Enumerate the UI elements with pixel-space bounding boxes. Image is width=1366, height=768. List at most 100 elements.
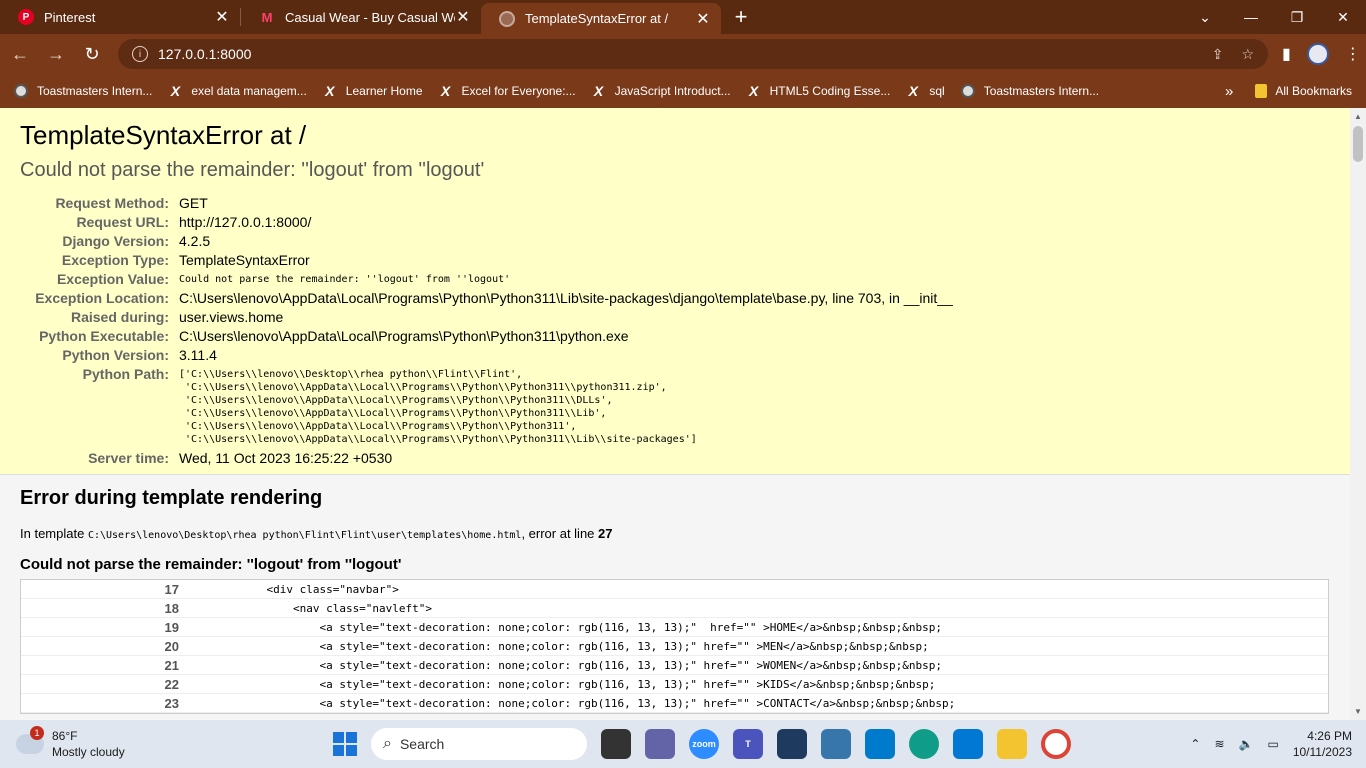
meta-row: Python Executable: C:\Users\lenovo\AppDat… (20, 327, 1330, 346)
task-view-icon[interactable] (601, 729, 631, 759)
source-line: 23 <a style="text-decoration: none;color… (21, 694, 1328, 713)
address-bar[interactable]: i 127.0.0.1:8000 ⇪ ☆ (118, 39, 1268, 69)
forward-button[interactable]: → (40, 38, 72, 70)
tab-active-error[interactable]: TemplateSyntaxError at / ✕ (481, 3, 721, 34)
start-button[interactable] (333, 732, 357, 756)
meta-key: Server time: (88, 450, 169, 466)
search-label: Search (399, 736, 445, 752)
line-number: 19 (21, 619, 187, 635)
mysql-workbench-icon[interactable] (777, 729, 807, 759)
bookmark-item[interactable]: X Learner Home (323, 83, 422, 99)
meta-key: Request URL: (76, 214, 169, 230)
bookmark-item[interactable]: X Excel for Everyone:... (439, 83, 576, 99)
bookmarks-overflow-button[interactable]: » (1225, 83, 1233, 100)
bookmark-item[interactable]: X JavaScript Introduct... (592, 83, 731, 99)
back-button[interactable]: ← (4, 38, 36, 70)
x-icon: X (908, 83, 919, 99)
template-error-message: Could not parse the remainder: ''logout'… (20, 556, 402, 573)
side-panel-icon[interactable]: ▮ (1282, 44, 1291, 64)
meta-value: TemplateSyntaxError (179, 252, 310, 268)
bookmark-item[interactable]: X HTML5 Coding Esse... (747, 83, 890, 99)
tab-strip: P Pinterest ✕ M Casual Wear - Buy Casual… (0, 0, 1366, 34)
minimize-button[interactable]: — (1228, 9, 1274, 25)
taskbar-search[interactable]: ⌕ Search (371, 728, 587, 760)
meta-row: Request Method: GET (20, 194, 1330, 213)
meta-value: GET (179, 195, 208, 211)
meta-key: Python Executable: (39, 328, 169, 344)
battery-icon[interactable]: ▭ (1267, 737, 1278, 751)
source-line: 21 <a style="text-decoration: none;color… (21, 656, 1328, 675)
bookmark-item[interactable]: Xexel data managem... (168, 83, 307, 99)
reload-button[interactable]: ↻ (76, 38, 108, 70)
x-icon: X (325, 83, 335, 99)
error-subtitle: Could not parse the remainder: ''logout'… (20, 159, 485, 181)
line-number: 17 (21, 581, 187, 597)
bookmark-item[interactable]: Xsql (906, 83, 945, 99)
meta-key: Request Method: (55, 195, 169, 211)
restore-button[interactable]: ❐ (1274, 9, 1320, 26)
source-code: <a style="text-decoration: none;color: r… (187, 658, 942, 672)
meta-row: Python Path: ['C:\\Users\\lenovo\\Desktop… (20, 365, 1330, 446)
volume-icon[interactable]: 🔈 (1239, 737, 1254, 751)
teams-icon[interactable]: T (733, 729, 763, 759)
bookmark-item[interactable]: Toastmasters Intern... (960, 84, 1100, 98)
close-icon[interactable]: ✕ (214, 7, 230, 27)
python-icon[interactable] (821, 729, 851, 759)
close-icon[interactable]: ✕ (695, 9, 711, 29)
tab-pinterest[interactable]: P Pinterest ✕ (0, 0, 240, 34)
clock-date: 10/11/2023 (1292, 745, 1352, 759)
menu-kebab-icon[interactable]: ⋮ (1345, 44, 1361, 64)
bookmark-star-icon[interactable]: ☆ (1241, 46, 1254, 63)
source-line: 17 <div class="navbar"> (21, 580, 1328, 599)
tab-search-icon[interactable]: ⌄ (1182, 9, 1228, 26)
chrome-icon[interactable] (1041, 729, 1071, 759)
tab-title: Casual Wear - Buy Casual Wear C (285, 9, 455, 25)
window-controls: ⌄ — ❐ ✕ (1182, 0, 1366, 34)
bookmark-label: Toastmasters Intern... (983, 84, 1100, 98)
source-code: <a style="text-decoration: none;color: r… (187, 677, 936, 691)
scroll-down-arrow-icon[interactable]: ▼ (1350, 703, 1366, 720)
site-info-icon[interactable]: i (132, 46, 148, 62)
meta-value: C:\Users\lenovo\AppData\Local\Programs\P… (179, 290, 953, 306)
url-text[interactable]: 127.0.0.1:8000 (158, 46, 251, 62)
meta-key: Django Version: (62, 233, 169, 249)
folder-icon (1255, 84, 1268, 99)
teams-chat-icon[interactable] (645, 729, 675, 759)
edge-icon[interactable] (909, 729, 939, 759)
source-code: <a style="text-decoration: none;color: r… (187, 639, 929, 653)
page-scrollbar[interactable]: ▲ ▼ (1350, 108, 1366, 720)
bookmarks-bar: Toastmasters Intern... Xexel data manage… (0, 74, 1366, 108)
meta-value: C:\Users\lenovo\AppData\Local\Programs\P… (179, 328, 629, 344)
share-icon[interactable]: ⇪ (1212, 46, 1224, 63)
vscode-icon[interactable] (865, 729, 895, 759)
weather-widget[interactable]: 1 86°F Mostly cloudy (16, 726, 296, 760)
new-tab-button[interactable]: + (721, 0, 761, 34)
bookmark-label: exel data managem... (191, 84, 307, 98)
meta-key: Exception Value: (56, 271, 169, 287)
window-close-button[interactable]: ✕ (1320, 9, 1366, 26)
bookmark-item[interactable]: Toastmasters Intern... (14, 84, 152, 98)
all-bookmarks-button[interactable]: All Bookmarks (1255, 84, 1352, 99)
scroll-thumb[interactable] (1353, 126, 1363, 162)
chevron-up-icon[interactable]: ⌃ (1190, 737, 1200, 751)
bookmark-label: Toastmasters Intern... (37, 84, 153, 98)
meta-value: Wed, 11 Oct 2023 16:25:22 +0530 (179, 450, 393, 466)
mail-icon[interactable] (953, 729, 983, 759)
globe-icon (499, 10, 515, 27)
close-icon[interactable]: ✕ (455, 7, 471, 27)
line-number: 21 (21, 657, 187, 673)
notification-badge: 1 (30, 726, 44, 740)
source-code: <a style="text-decoration: none;color: r… (187, 620, 942, 634)
file-explorer-icon[interactable] (997, 729, 1027, 759)
source-line: 22 <a style="text-decoration: none;color… (21, 675, 1328, 694)
tab-myntra[interactable]: M Casual Wear - Buy Casual Wear C ✕ (241, 0, 481, 34)
scroll-up-arrow-icon[interactable]: ▲ (1350, 108, 1366, 125)
x-icon: X (748, 83, 759, 99)
meta-row: Exception Value: Could not parse the rema… (20, 270, 1330, 289)
line-number: 18 (21, 600, 187, 616)
profile-avatar[interactable] (1306, 43, 1329, 65)
clock-time: 4:26 PM (1307, 729, 1352, 743)
zoom-icon[interactable]: zoom (689, 729, 719, 759)
clock[interactable]: 4:26 PM 10/11/2023 (1293, 728, 1352, 760)
wifi-icon[interactable]: ≋ (1214, 737, 1224, 751)
